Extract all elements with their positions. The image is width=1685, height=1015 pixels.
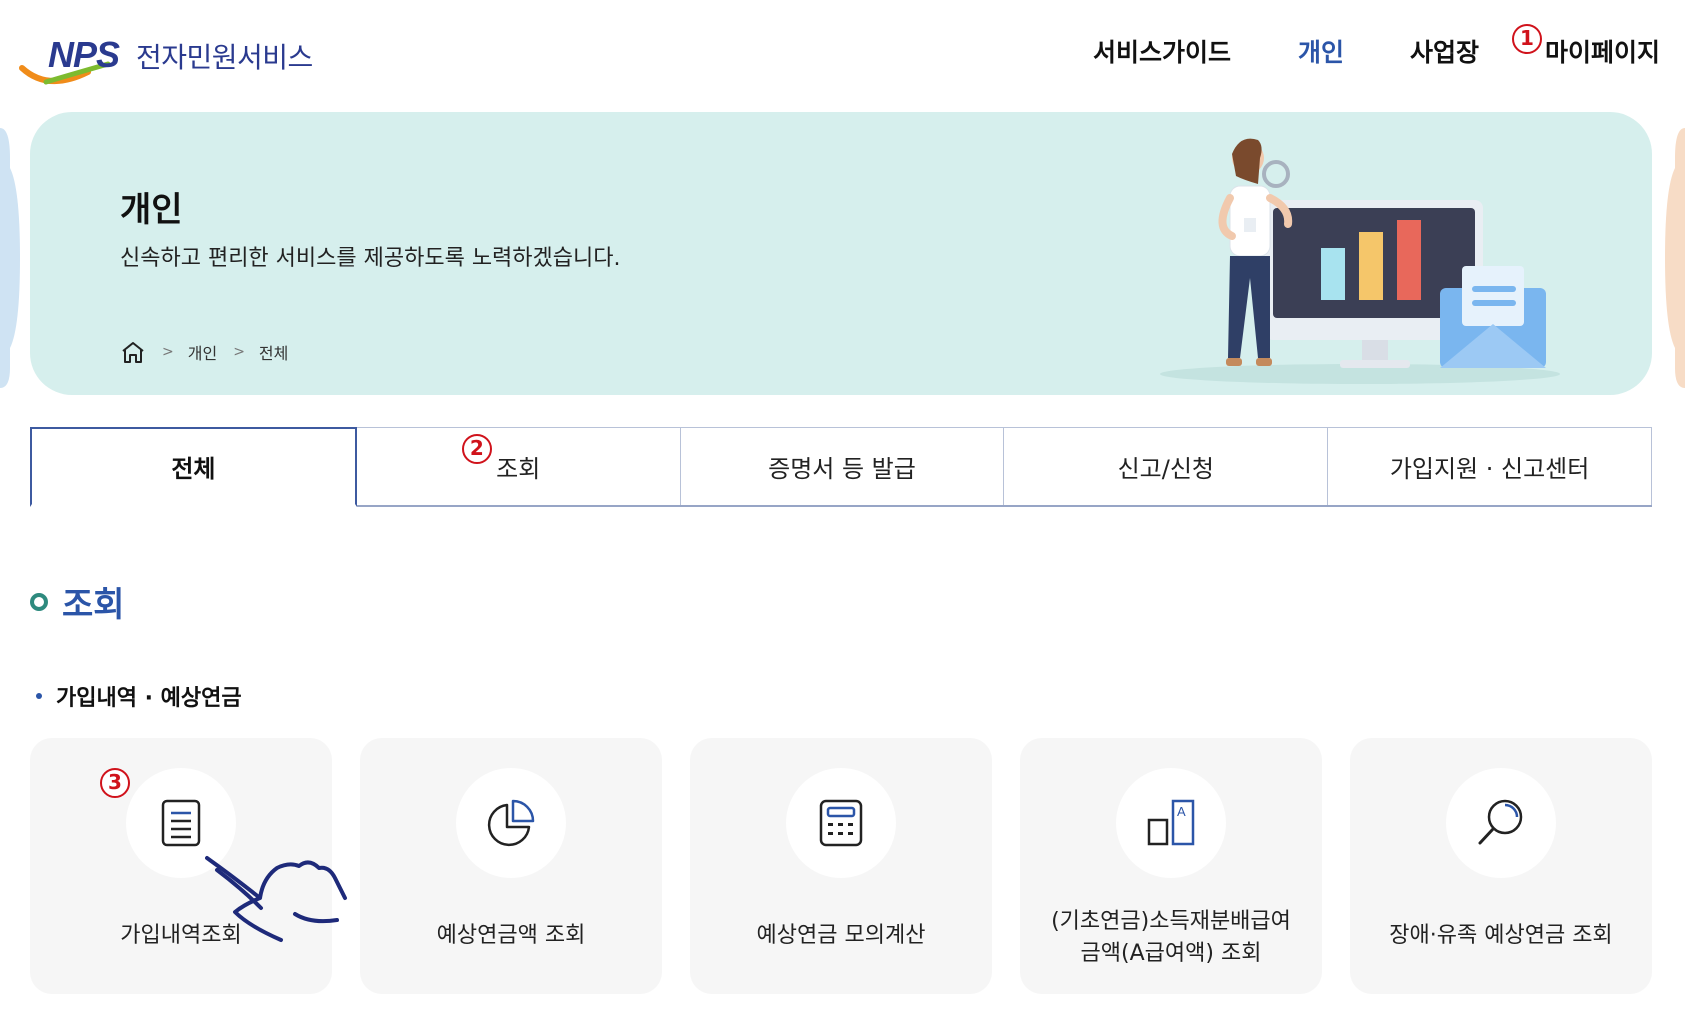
card-pension-simulation[interactable]: 예상연금 모의계산 — [690, 738, 992, 994]
document-icon — [161, 799, 201, 847]
header: NPS 전자민원서비스 서비스가이드 개인 사업장 1 마이페이지 — [0, 0, 1685, 100]
card-label-line2: 금액(A급여액) 조회 — [1080, 941, 1262, 966]
home-icon[interactable] — [120, 340, 146, 364]
card-label: 장애·유족 예상연금 조회 — [1389, 923, 1613, 948]
card-enrollment-history[interactable]: 3 가입내역조회 — [30, 738, 347, 994]
tab-certificates[interactable]: 증명서 등 발급 — [680, 427, 1005, 505]
subsection-heading: 가입내역 · 예상연금 — [36, 680, 242, 712]
icon-circle — [786, 768, 896, 878]
tab-label: 조회 — [496, 455, 541, 483]
a-value-icon: A — [1147, 799, 1195, 846]
calculator-icon — [819, 799, 863, 847]
banner-right-deco — [1665, 128, 1685, 388]
tab-label: 가입지원 · 신고센터 — [1389, 455, 1590, 483]
ring-bullet-icon — [30, 592, 48, 611]
magnifier-icon — [1478, 799, 1523, 845]
icon-circle — [456, 768, 566, 878]
section-heading: 조회 — [30, 577, 125, 626]
icon-circle: A — [1116, 768, 1226, 878]
tab-support-center[interactable]: 가입지원 · 신고센터 — [1328, 427, 1652, 505]
icon-circle — [1446, 768, 1556, 878]
breadcrumb-all: 전체 — [258, 344, 289, 363]
card-label-line1: (기초연금)소득재분배급여 — [1051, 909, 1291, 934]
hero-banner: 개인 신속하고 편리한 서비스를 제공하도록 노력하겠습니다. > 개인 > 전… — [30, 112, 1652, 395]
service-card-list: 3 가입내역조회 예상연금액 조회 예상연금 모의계산 A (기초연금)소득재분… — [30, 738, 1652, 994]
tab-all[interactable]: 전체 — [30, 427, 357, 507]
page-title: 개인 — [120, 190, 183, 230]
annotation-badge-1: 1 — [1512, 24, 1542, 54]
category-tabs: 전체 2 조회 증명서 등 발급 신고/신청 가입지원 · 신고센터 — [30, 427, 1652, 507]
nav-service-guide[interactable]: 서비스가이드 — [1093, 33, 1231, 69]
tab-label: 전체 — [171, 455, 216, 483]
card-disability-survivor-pension[interactable]: 장애·유족 예상연금 조회 — [1350, 738, 1652, 994]
breadcrumb: > 개인 > 전체 — [120, 340, 288, 364]
card-label: 예상연금액 조회 — [436, 923, 586, 948]
chevron-right-icon: > — [162, 344, 174, 360]
tab-inquiry[interactable]: 2 조회 — [356, 427, 681, 505]
nav-individual[interactable]: 개인 — [1298, 33, 1344, 69]
tab-report-apply[interactable]: 신고/신청 — [1004, 427, 1329, 505]
logo-text: NPS — [48, 34, 120, 75]
card-expected-pension[interactable]: 예상연금액 조회 — [360, 738, 662, 994]
logo-service-name: 전자민원서비스 — [136, 41, 313, 74]
breadcrumb-individual[interactable]: 개인 — [188, 340, 217, 364]
nav-workplace[interactable]: 사업장 — [1410, 33, 1479, 69]
tab-label: 증명서 등 발급 — [768, 455, 916, 483]
banner-left-deco — [0, 128, 20, 388]
chevron-right-icon: > — [233, 344, 245, 360]
card-label: 예상연금 모의계산 — [756, 923, 926, 948]
nps-logo[interactable]: NPS 전자민원서비스 — [18, 30, 338, 90]
pointing-hand-icon — [205, 856, 347, 942]
dot-bullet-icon — [36, 693, 42, 699]
section-title: 조회 — [62, 585, 125, 625]
subsection-title: 가입내역 · 예상연금 — [56, 686, 242, 711]
page-description: 신속하고 편리한 서비스를 제공하도록 노력하겠습니다. — [120, 246, 621, 271]
annotation-badge-3: 3 — [100, 768, 130, 798]
card-label: (기초연금)소득재분배급여 금액(A급여액) 조회 — [1030, 906, 1312, 970]
tab-label: 신고/신청 — [1117, 455, 1214, 483]
pie-chart-icon — [487, 799, 535, 847]
nav-mypage[interactable]: 마이페이지 — [1545, 33, 1660, 69]
banner-illustration — [1160, 138, 1560, 384]
card-basic-pension-a-value[interactable]: A (기초연금)소득재분배급여 금액(A급여액) 조회 — [1020, 738, 1322, 994]
annotation-badge-2: 2 — [461, 434, 492, 464]
svg-text:A: A — [1177, 804, 1186, 819]
